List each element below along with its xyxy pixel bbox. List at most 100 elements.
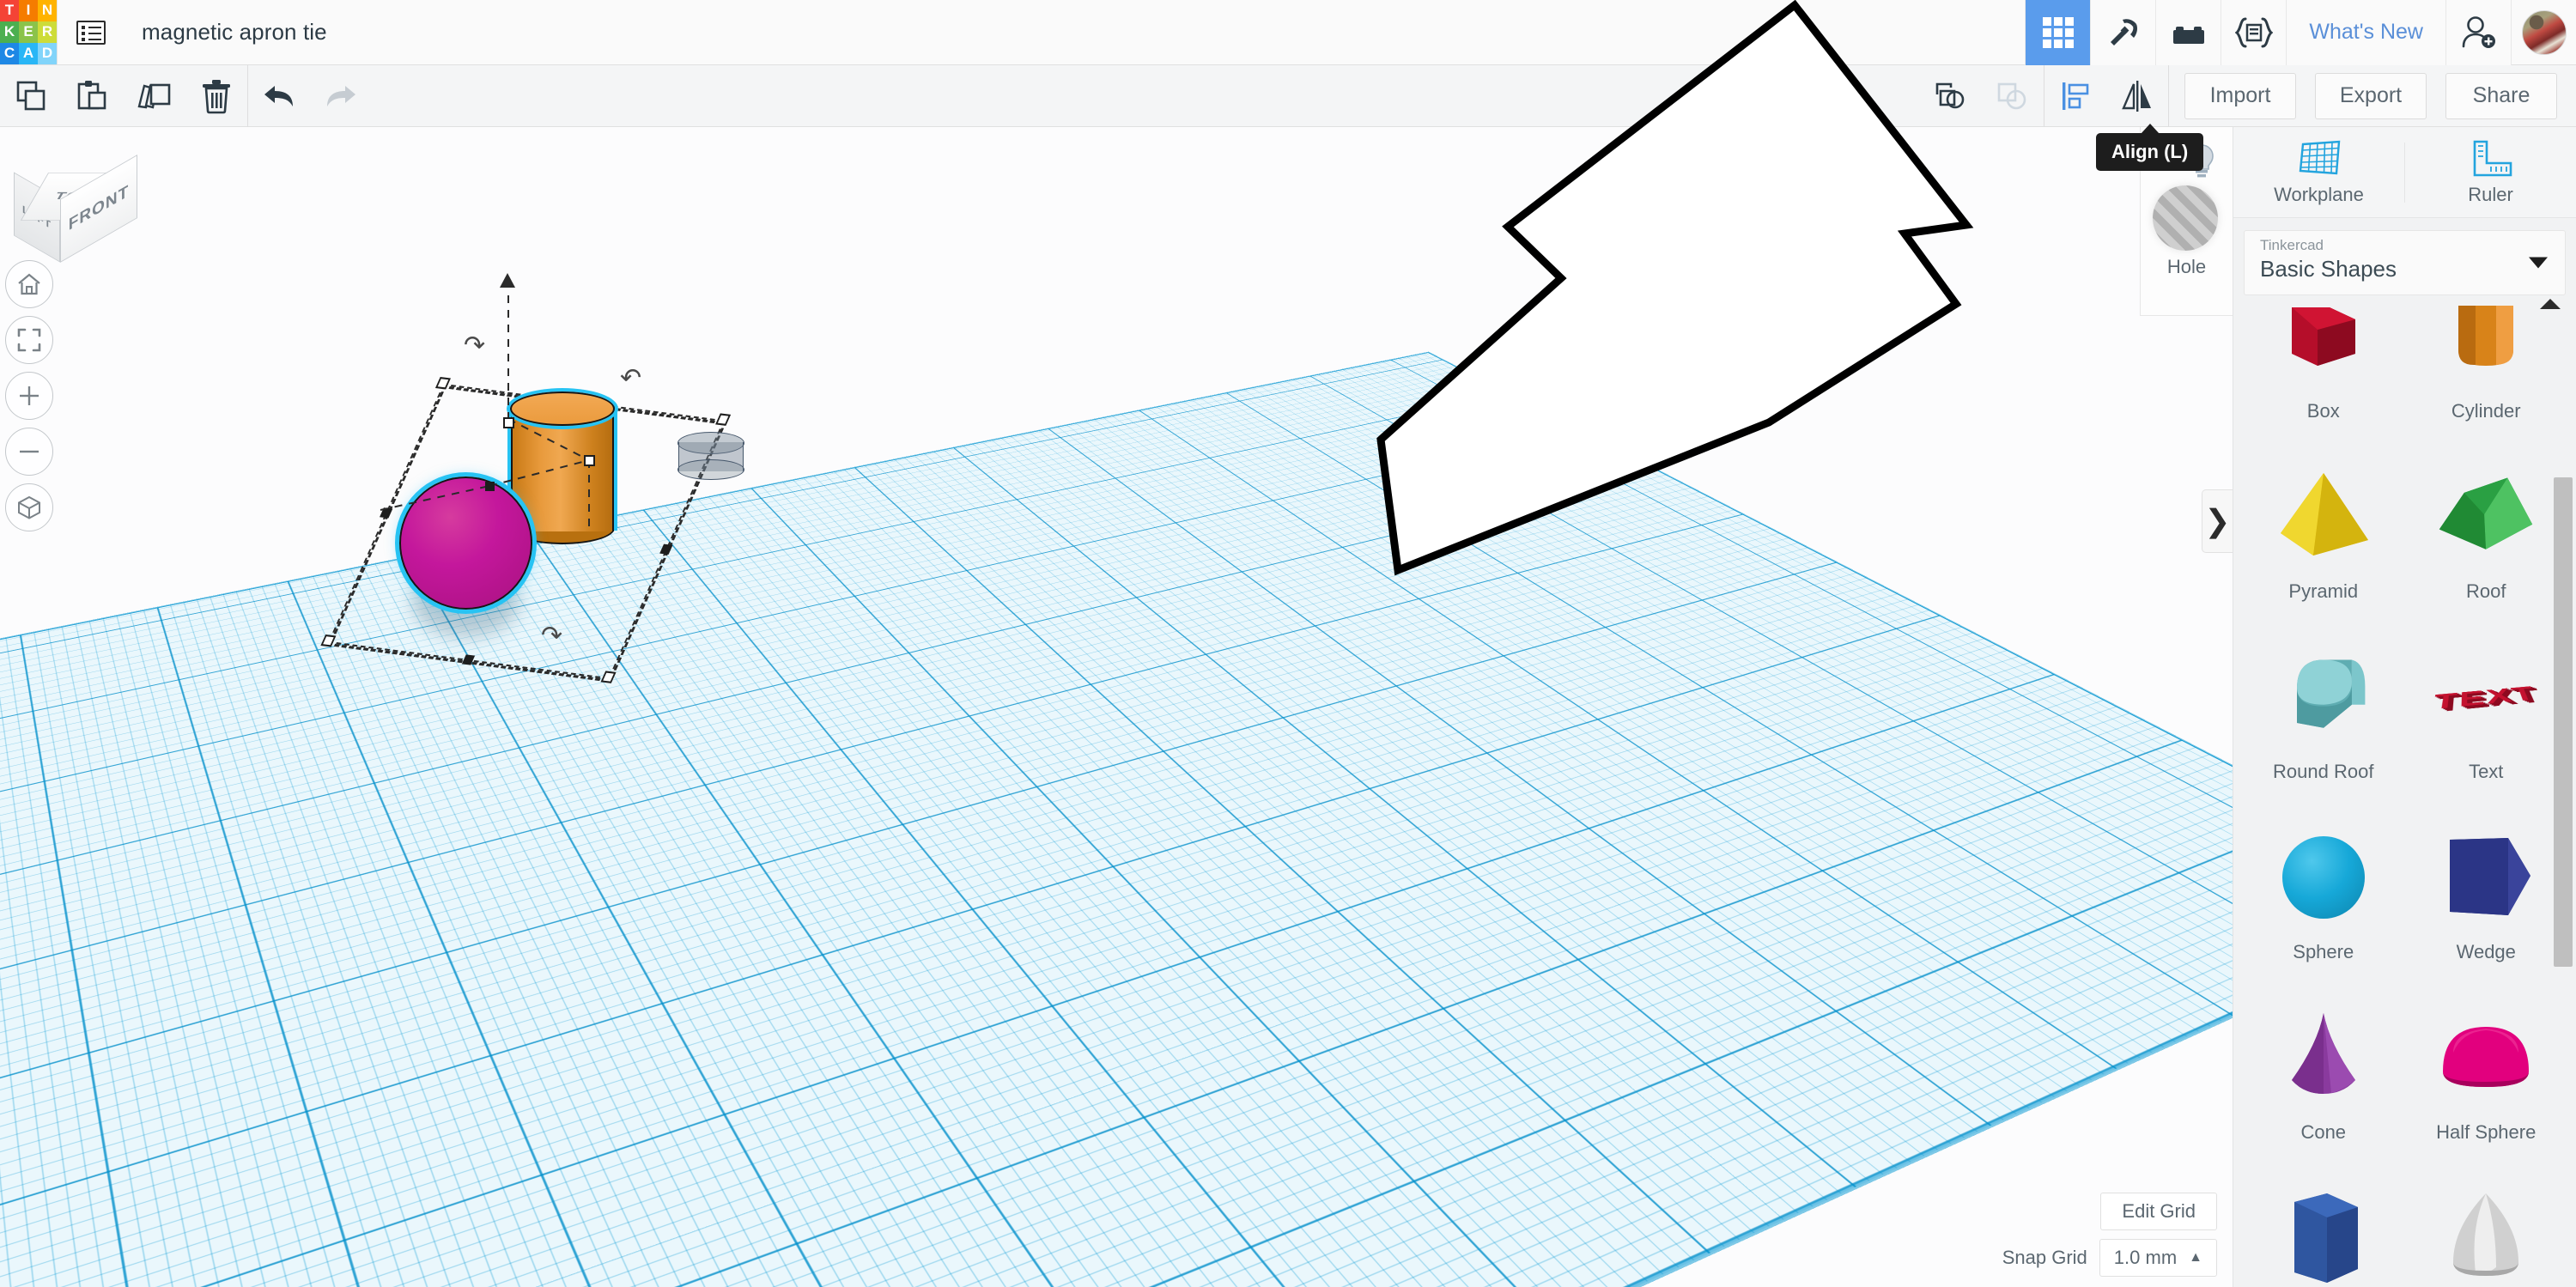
workplane-grid-icon bbox=[2299, 140, 2340, 174]
align-tooltip: Align (L) bbox=[2096, 133, 2204, 171]
shape-half-sphere[interactable]: Half Sphere bbox=[2405, 977, 2568, 1157]
ungroup-button[interactable] bbox=[1982, 65, 2044, 127]
rotate-handle-back[interactable]: ↷ bbox=[464, 333, 485, 359]
whats-new-label: What's New bbox=[2309, 20, 2423, 44]
hole-cylinder-shape[interactable] bbox=[677, 432, 744, 482]
redo-button[interactable] bbox=[310, 65, 372, 127]
fit-to-view-button[interactable] bbox=[5, 316, 53, 364]
cylinder-top bbox=[510, 392, 615, 426]
list-menu-icon[interactable] bbox=[58, 0, 125, 65]
paraboloid-icon bbox=[2453, 1193, 2519, 1276]
page-title: magnetic apron tie bbox=[142, 19, 327, 45]
shape-wedge[interactable]: Wedge bbox=[2405, 797, 2568, 977]
shape-label: Round Roof bbox=[2273, 761, 2374, 782]
rotate-handle-front[interactable]: ↷ bbox=[541, 623, 562, 649]
add-person-icon bbox=[2462, 15, 2495, 48]
duplicate-button[interactable] bbox=[124, 65, 185, 127]
shape-library-select[interactable]: Tinkercad Basic Shapes bbox=[2244, 230, 2566, 295]
ruler-icon bbox=[2473, 140, 2512, 176]
zoom-in-button[interactable] bbox=[5, 372, 53, 420]
rotate-handle-right[interactable]: ↶ bbox=[620, 366, 641, 392]
group-button[interactable] bbox=[1920, 65, 1982, 127]
shape-box[interactable]: Box bbox=[2242, 299, 2405, 436]
ruler-tool[interactable]: Ruler bbox=[2405, 127, 2576, 217]
sphere-shape[interactable] bbox=[399, 477, 532, 610]
view-cube-front-face[interactable]: FRONT bbox=[60, 155, 137, 263]
ruler-tool-label: Ruler bbox=[2468, 183, 2513, 205]
shape-label: Half Sphere bbox=[2436, 1121, 2537, 1143]
editor-canvas[interactable]: LEFT TOP FRONT bbox=[0, 127, 2233, 1287]
half-sphere-icon bbox=[2443, 1027, 2530, 1087]
shapes-scroll-up-button[interactable] bbox=[2540, 299, 2561, 309]
mirror-button[interactable] bbox=[2106, 65, 2168, 127]
workplane-tool[interactable]: Workplane bbox=[2233, 127, 2404, 217]
collapse-panel-button[interactable]: ❯ bbox=[2202, 489, 2233, 553]
snap-grid-row: Snap Grid 1.0 mm ▲ bbox=[2002, 1239, 2217, 1277]
cone-icon bbox=[2291, 1013, 2355, 1094]
align-button[interactable] bbox=[2044, 65, 2106, 127]
lego-brick-icon bbox=[2172, 26, 2204, 44]
snap-grid-select[interactable]: 1.0 mm ▲ bbox=[2099, 1239, 2217, 1277]
logo-letter: N bbox=[38, 0, 57, 21]
shape-round-roof[interactable]: Round Roof bbox=[2242, 616, 2405, 797]
home-icon bbox=[18, 273, 40, 295]
shape-polygon[interactable]: Polygon bbox=[2242, 1157, 2405, 1287]
toggle-projection-button[interactable] bbox=[5, 483, 53, 531]
tinkercad-logo[interactable]: T I N K E R C A D bbox=[0, 0, 57, 65]
box-icon bbox=[2291, 307, 2355, 366]
home-view-button[interactable] bbox=[5, 260, 53, 308]
invite-collaborator-button[interactable] bbox=[2445, 0, 2511, 65]
copy-button[interactable] bbox=[0, 65, 62, 127]
resize-handle-mid[interactable] bbox=[584, 455, 595, 466]
delete-button[interactable] bbox=[185, 65, 247, 127]
resize-handle-top[interactable] bbox=[503, 417, 514, 428]
header-tool-minecraft[interactable] bbox=[2090, 0, 2156, 65]
logo-letter: C bbox=[0, 42, 19, 64]
shape-text[interactable]: TEXT Text bbox=[2405, 616, 2568, 797]
shape-cylinder[interactable]: Cylinder bbox=[2405, 299, 2568, 436]
export-button[interactable]: Export bbox=[2315, 72, 2427, 119]
logo-letter: K bbox=[0, 21, 19, 43]
wedge-icon bbox=[2450, 838, 2531, 915]
resize-handle-small[interactable] bbox=[485, 482, 495, 491]
paste-button[interactable] bbox=[62, 65, 124, 127]
chevron-right-icon: ❯ bbox=[2204, 503, 2231, 538]
tinkercad-app: T I N K E R C A D magnetic apron tie Wha… bbox=[0, 0, 2576, 1287]
import-button[interactable]: Import bbox=[2184, 72, 2296, 119]
polygon-icon bbox=[2293, 1193, 2358, 1283]
shape-cone[interactable]: Cone bbox=[2242, 977, 2405, 1157]
share-button[interactable]: Share bbox=[2445, 72, 2557, 119]
avatar bbox=[2521, 9, 2567, 55]
workplane-grid[interactable] bbox=[0, 352, 2233, 1287]
view-cube[interactable]: LEFT TOP FRONT bbox=[14, 127, 165, 263]
header-tool-3d-designs[interactable] bbox=[2025, 0, 2091, 65]
shape-sphere[interactable]: Sphere bbox=[2242, 797, 2405, 977]
shape-label: Text bbox=[2469, 761, 2504, 782]
zoom-out-button[interactable] bbox=[5, 428, 53, 476]
undo-arrow-icon bbox=[264, 85, 293, 106]
logo-letter: D bbox=[38, 42, 57, 64]
whats-new-button[interactable]: What's New bbox=[2286, 0, 2445, 65]
user-avatar-button[interactable] bbox=[2511, 0, 2576, 65]
edit-grid-button[interactable]: Edit Grid bbox=[2100, 1193, 2217, 1230]
shape-roof[interactable]: Roof bbox=[2405, 436, 2568, 616]
undo-button[interactable] bbox=[248, 65, 310, 127]
header-tool-blocks[interactable] bbox=[2155, 0, 2221, 65]
shape-pyramid[interactable]: Pyramid bbox=[2242, 436, 2405, 616]
hatched-circle-icon[interactable] bbox=[2153, 185, 2218, 251]
edit-toolbar: Import Export Share bbox=[0, 64, 2576, 127]
library-value: Basic Shapes bbox=[2260, 255, 2397, 282]
selection-handle-corner[interactable] bbox=[715, 413, 732, 426]
header-tool-codeblocks[interactable] bbox=[2221, 0, 2287, 65]
shapes-scrollbar[interactable] bbox=[2554, 477, 2573, 967]
selection-handle-edge[interactable] bbox=[380, 507, 393, 519]
grid-controls: Edit Grid Snap Grid 1.0 mm ▲ bbox=[2002, 1193, 2217, 1277]
toolbar-divider-3 bbox=[2168, 64, 2169, 127]
height-handle-arrow[interactable] bbox=[500, 273, 515, 288]
shape-paraboloid[interactable]: Paraboloid bbox=[2405, 1157, 2568, 1287]
chevron-down-icon bbox=[2529, 257, 2548, 269]
shape-label: Pyramid bbox=[2288, 580, 2359, 602]
text-3d-art: TEXT bbox=[2430, 682, 2541, 715]
logo-letter: E bbox=[19, 21, 38, 43]
paste-icon bbox=[77, 80, 106, 109]
